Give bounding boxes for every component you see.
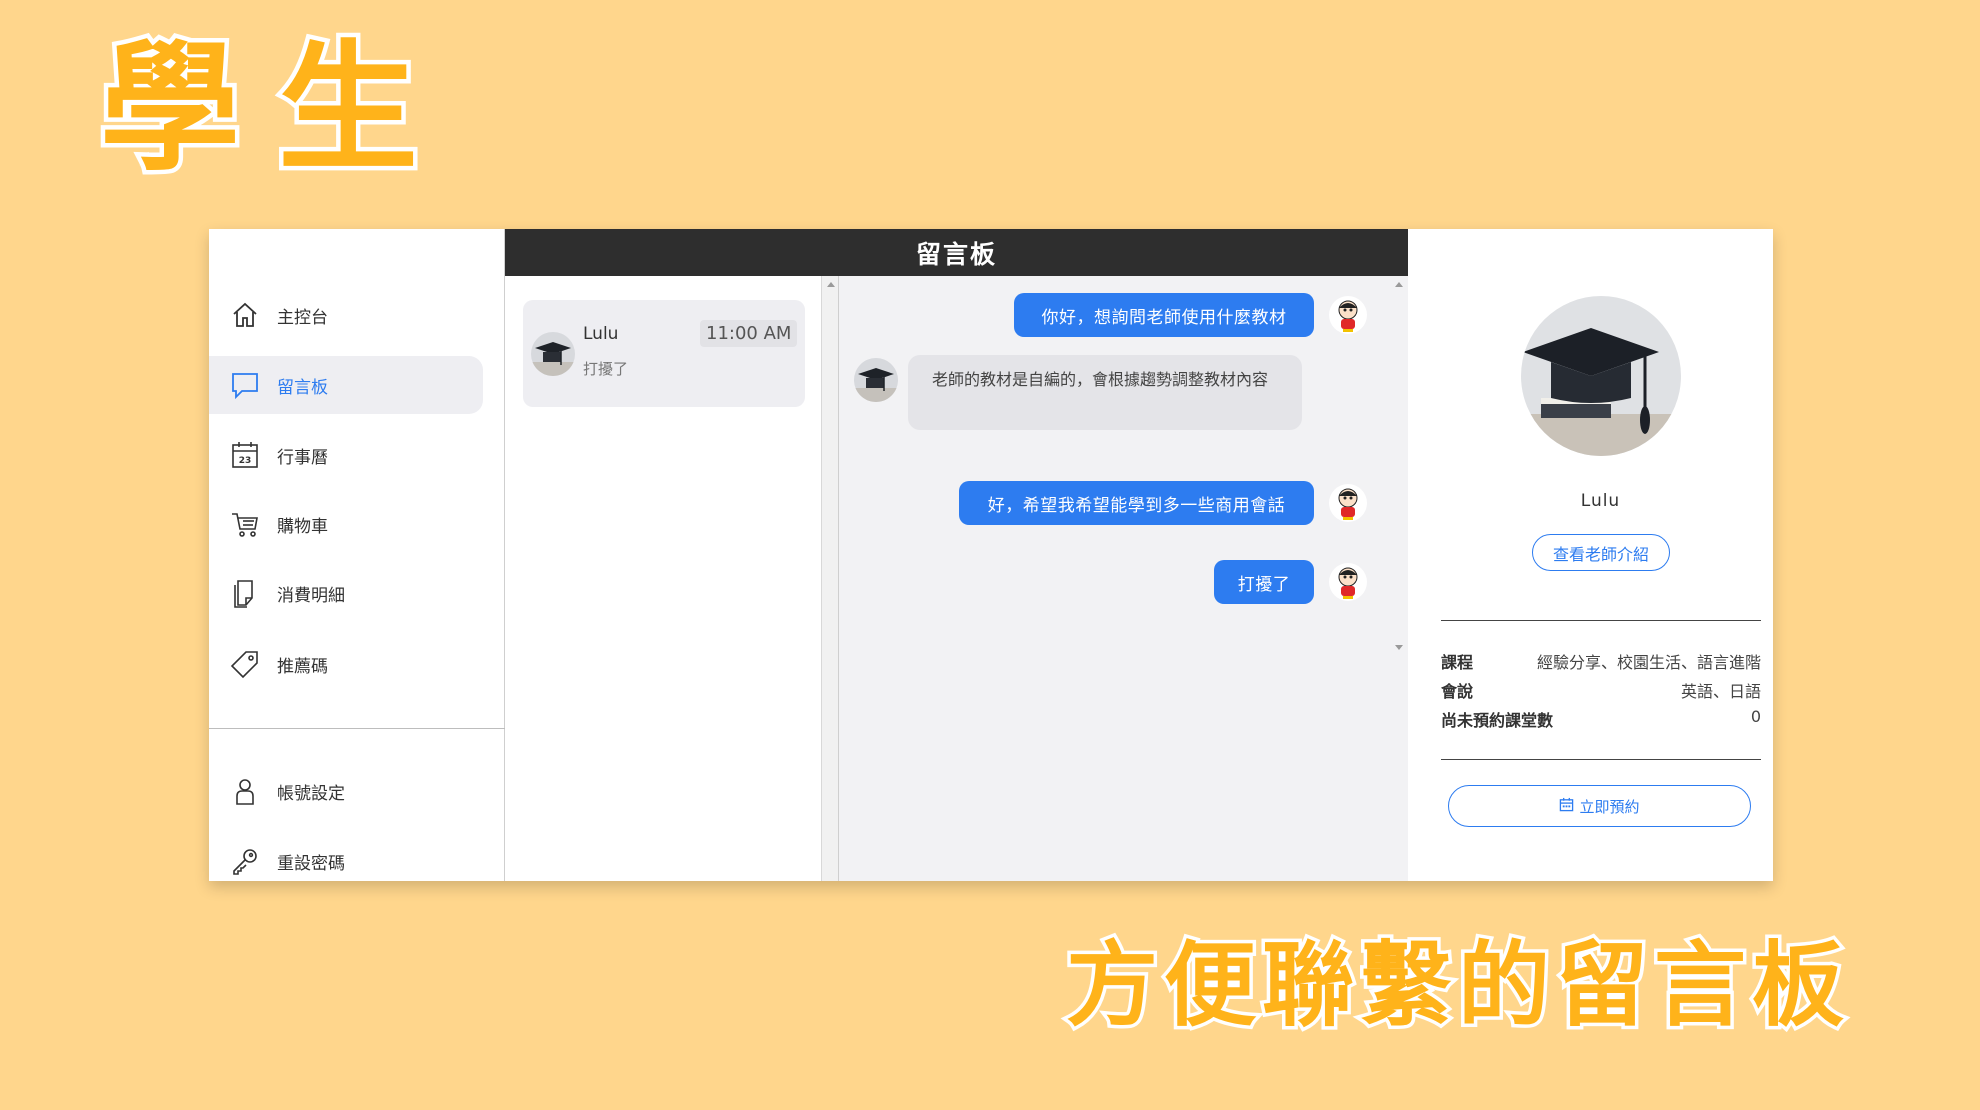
sidebar-item-label: 消費明細 — [277, 585, 345, 606]
student-avatar — [1329, 484, 1367, 522]
book-now-button[interactable]: 立即預約 — [1448, 785, 1751, 827]
conversation-item[interactable]: Lulu 11:00 AM 打擾了 — [523, 300, 805, 407]
info-label: 會說 — [1441, 682, 1474, 701]
student-avatar — [1329, 563, 1367, 601]
sidebar-item-dashboard[interactable]: 主控台 — [209, 286, 483, 344]
teacher-avatar — [531, 332, 575, 376]
divider — [1441, 620, 1761, 621]
chat-icon — [229, 369, 261, 401]
sidebar-item-label: 重設密碼 — [277, 853, 345, 874]
conversation-preview: 打擾了 — [583, 360, 629, 378]
conversation-list: Lulu 11:00 AM 打擾了 — [505, 276, 821, 881]
scroll-up-icon[interactable] — [827, 282, 835, 287]
sidebar-item-account-settings[interactable]: 帳號設定 — [209, 762, 483, 820]
info-label: 課程 — [1441, 653, 1474, 672]
document-icon — [229, 577, 261, 609]
scroll-up-icon[interactable] — [1395, 282, 1403, 287]
message-bubble-incoming: 老師的教材是自編的，會根據趨勢調整教材內容 — [908, 355, 1302, 430]
sidebar-item-label: 留言板 — [277, 377, 328, 398]
scroll-down-icon[interactable] — [1395, 645, 1403, 650]
info-row-courses: 課程 經驗分享、校園生活、語言進階 — [1441, 649, 1761, 673]
conversation-scrollbar[interactable] — [821, 276, 839, 881]
message-board: 留言板 Lulu 11:00 AM 打擾了 你好，想詢問老師使用什麼教材 老師的… — [505, 229, 1408, 881]
teacher-name: Lulu — [1580, 491, 1621, 511]
cart-icon — [229, 508, 261, 540]
sidebar-item-label: 行事曆 — [277, 447, 328, 468]
sidebar-item-reset-password[interactable]: 重設密碼 — [209, 832, 483, 881]
sidebar: 主控台 留言板 23 行事曆 購物車 消費明細 推薦碼 帳號設定 重設密碼 — [209, 229, 505, 881]
info-value: 經驗分享、校園生活、語言進階 — [1536, 653, 1761, 672]
svg-text:23: 23 — [239, 456, 252, 466]
home-icon — [229, 299, 261, 331]
sidebar-item-billing[interactable]: 消費明細 — [209, 564, 483, 622]
student-avatar — [1329, 296, 1367, 334]
teacher-profile: Lulu 查看老師介紹 課程 經驗分享、校園生活、語言進階 會說 英語、日語 尚… — [1408, 229, 1773, 881]
info-label: 尚未預約課堂數 — [1441, 711, 1554, 730]
chat-area: 你好，想詢問老師使用什麼教材 老師的教材是自編的，會根據趨勢調整教材內容 好，希… — [839, 276, 1408, 881]
sidebar-item-message-board[interactable]: 留言板 — [209, 356, 483, 414]
calendar-icon: 23 — [229, 439, 261, 471]
page-title: 留言板 — [505, 229, 1408, 276]
calendar-icon — [1559, 797, 1574, 816]
divider — [1441, 759, 1761, 760]
sidebar-item-referral[interactable]: 推薦碼 — [209, 635, 483, 693]
message-bubble-outgoing: 你好，想詢問老師使用什麼教材 — [1014, 293, 1314, 337]
sidebar-divider — [209, 728, 505, 729]
info-row-languages: 會說 英語、日語 — [1441, 678, 1761, 702]
promo-title: 學生 — [95, 28, 457, 191]
key-icon — [229, 845, 261, 877]
sidebar-item-label: 購物車 — [277, 516, 328, 537]
app-window: 主控台 留言板 23 行事曆 購物車 消費明細 推薦碼 帳號設定 重設密碼 留言… — [209, 229, 1773, 881]
tag-icon — [229, 648, 261, 680]
message-bubble-outgoing: 打擾了 — [1214, 560, 1314, 604]
sidebar-item-label: 主控台 — [277, 307, 328, 328]
conversation-time: 11:00 AM — [700, 320, 798, 347]
message-bubble-outgoing: 好，希望我希望能學到多一些商用會話 — [959, 481, 1314, 525]
sidebar-item-label: 推薦碼 — [277, 656, 328, 677]
conversation-name: Lulu — [583, 324, 619, 344]
info-value: 英語、日語 — [1680, 682, 1761, 701]
info-value: 0 — [1750, 707, 1761, 726]
chat-scrollbar[interactable] — [1390, 276, 1408, 656]
teacher-photo — [1521, 296, 1681, 456]
user-icon — [229, 775, 261, 807]
sidebar-item-label: 帳號設定 — [277, 783, 345, 804]
teacher-avatar — [854, 358, 898, 402]
sidebar-item-cart[interactable]: 購物車 — [209, 495, 483, 553]
sidebar-item-calendar[interactable]: 23 行事曆 — [209, 426, 483, 484]
book-now-label: 立即預約 — [1579, 797, 1640, 816]
info-row-unbooked-lessons: 尚未預約課堂數 0 — [1441, 707, 1761, 731]
view-teacher-intro-button[interactable]: 查看老師介紹 — [1532, 534, 1670, 571]
promo-caption: 方便聯繫的留言板 — [1062, 932, 1850, 1039]
